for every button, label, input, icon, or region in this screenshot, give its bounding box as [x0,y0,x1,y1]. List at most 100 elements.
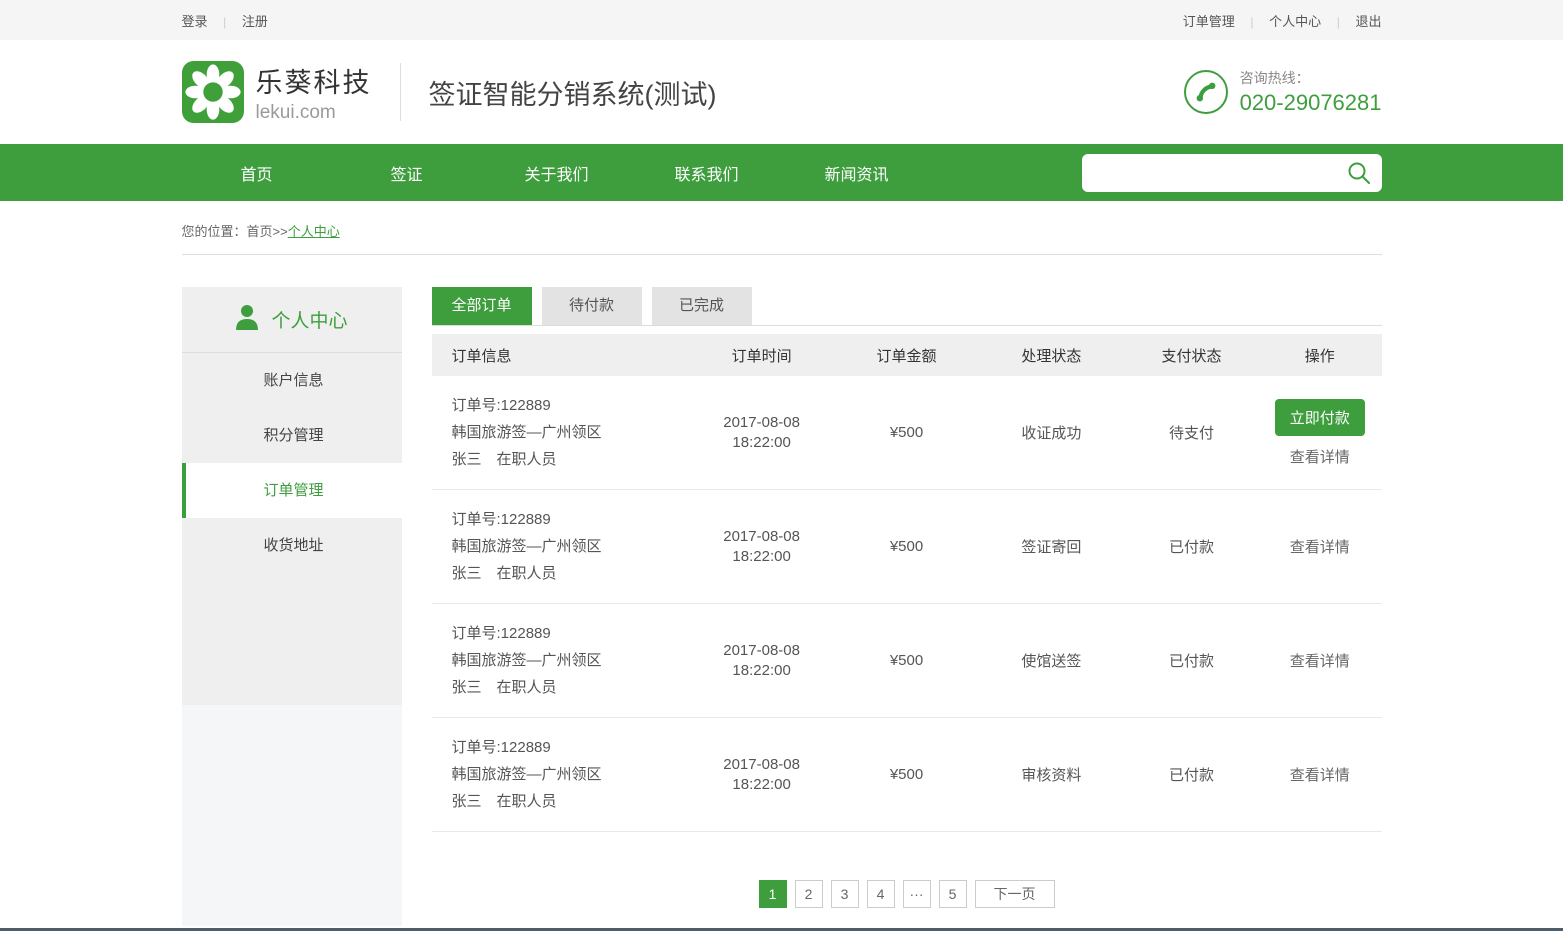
page-button-1[interactable]: 1 [759,880,787,908]
login-link[interactable]: 登录 [182,14,208,29]
order-table: 订单号:122889韩国旅游签—广州领区张三 在职人员2017-08-0818:… [432,376,1382,832]
table-header-row: 订单信息订单时间订单金额处理状态支付状态操作 [432,334,1382,376]
pagination: 1234 ··· 5 下一页 [432,880,1382,908]
action-cell: 查看详情 [1258,650,1382,671]
order-amount-cell: ¥500 [835,652,978,669]
divider [400,63,401,121]
divider: | [223,15,226,29]
pay-now-button[interactable]: 立即付款 [1275,399,1365,436]
table-row: 订单号:122889韩国旅游签—广州领区张三 在职人员2017-08-0818:… [432,490,1382,604]
breadcrumb-prefix: 您的位置：首页>> [182,224,288,239]
order-amount-cell: ¥500 [835,538,978,555]
column-header-2: 订单金额 [835,345,978,366]
view-details-link[interactable]: 查看详情 [1258,446,1382,467]
nav-item-contact[interactable]: 联系我们 [632,161,782,185]
order-date: 2017-08-08 [688,527,835,547]
header: 乐葵科技 lekui.com 签证智能分销系统(测试) 咨询热线： 020-29… [0,40,1563,144]
action-cell: 查看详情 [1258,536,1382,557]
order-product: 韩国旅游签—广州领区 [452,761,689,788]
sidebar-item-orders[interactable]: 订单管理 [182,463,402,518]
order-info-cell: 订单号:122889韩国旅游签—广州领区张三 在职人员 [432,620,689,701]
breadcrumb-personal-center-link[interactable]: 个人中心 [288,224,340,239]
column-header-5: 操作 [1258,345,1382,366]
page-button-4[interactable]: 4 [867,880,895,908]
order-number: 订单号:122889 [452,392,689,419]
order-date: 2017-08-08 [688,413,835,433]
search-icon[interactable] [1346,160,1372,186]
table-row: 订单号:122889韩国旅游签—广州领区张三 在职人员2017-08-0818:… [432,604,1382,718]
order-applicant: 张三 在职人员 [452,560,689,587]
order-clock: 18:22:00 [688,433,835,453]
search-input[interactable] [1096,165,1346,181]
tab-pending-payment[interactable]: 待付款 [542,287,642,325]
page-button-5[interactable]: 5 [939,880,967,908]
phone-icon [1184,70,1228,114]
action-cell: 查看详情 [1258,764,1382,785]
order-product: 韩国旅游签—广州领区 [452,419,689,446]
main-nav: 首页签证关于我们联系我们新闻资讯 [0,144,1563,201]
tab-completed[interactable]: 已完成 [652,287,752,325]
topbar-personal-center-link[interactable]: 个人中心 [1269,14,1321,29]
sidebar-header: 个人中心 [182,287,402,353]
sidebar-item-address[interactable]: 收货地址 [182,518,402,573]
logo[interactable]: 乐葵科技 lekui.com [182,61,372,124]
brand-domain: lekui.com [256,102,372,124]
pay-status-cell: 待支付 [1125,422,1258,443]
action-cell: 立即付款查看详情 [1258,399,1382,467]
order-number: 订单号:122889 [452,506,689,533]
page-ellipsis: ··· [903,880,931,908]
main-panel: 全部订单待付款已完成 订单信息订单时间订单金额处理状态支付状态操作 订单号:12… [432,287,1382,926]
order-applicant: 张三 在职人员 [452,446,689,473]
process-status-cell: 使馆送签 [978,650,1125,671]
order-applicant: 张三 在职人员 [452,674,689,701]
tab-all-orders[interactable]: 全部订单 [432,287,532,325]
order-tabs: 全部订单待付款已完成 [432,287,1382,326]
order-clock: 18:22:00 [688,661,835,681]
order-amount-cell: ¥500 [835,766,978,783]
view-details-link[interactable]: 查看详情 [1258,650,1382,671]
order-date: 2017-08-08 [688,641,835,661]
register-link[interactable]: 注册 [242,14,268,29]
topbar-order-mgmt-link[interactable]: 订单管理 [1183,14,1235,29]
sidebar: 个人中心 账户信息积分管理订单管理收货地址 [182,287,402,926]
column-header-0: 订单信息 [432,345,689,366]
order-info-cell: 订单号:122889韩国旅游签—广州领区张三 在职人员 [432,392,689,473]
nav-item-home[interactable]: 首页 [182,161,332,185]
view-details-link[interactable]: 查看详情 [1258,536,1382,557]
nav-item-about[interactable]: 关于我们 [482,161,632,185]
search-box [1082,154,1382,192]
breadcrumb: 您的位置：首页>>个人中心 [182,201,1382,255]
order-time-cell: 2017-08-0818:22:00 [688,413,835,453]
column-header-1: 订单时间 [688,345,835,366]
process-status-cell: 审核资料 [978,764,1125,785]
order-info-cell: 订单号:122889韩国旅游签—广州领区张三 在职人员 [432,734,689,815]
hotline: 咨询热线： 020-29076281 [1184,68,1382,116]
view-details-link[interactable]: 查看详情 [1258,764,1382,785]
order-time-cell: 2017-08-0818:22:00 [688,527,835,567]
page-button-2[interactable]: 2 [795,880,823,908]
divider: | [1337,15,1340,29]
sidebar-item-points[interactable]: 积分管理 [182,408,402,463]
nav-item-news[interactable]: 新闻资讯 [782,161,932,185]
process-status-cell: 收证成功 [978,422,1125,443]
process-status-cell: 签证寄回 [978,536,1125,557]
order-product: 韩国旅游签—广州领区 [452,533,689,560]
table-row: 订单号:122889韩国旅游签—广州领区张三 在职人员2017-08-0818:… [432,376,1382,490]
sidebar-title: 个人中心 [271,306,347,333]
logout-link[interactable]: 退出 [1355,14,1381,29]
nav-item-visa[interactable]: 签证 [332,161,482,185]
order-info-cell: 订单号:122889韩国旅游签—广州领区张三 在职人员 [432,506,689,587]
page-button-3[interactable]: 3 [831,880,859,908]
column-header-4: 支付状态 [1125,345,1258,366]
column-header-3: 处理状态 [978,345,1125,366]
order-clock: 18:22:00 [688,547,835,567]
hotline-label: 咨询热线： [1240,68,1382,88]
pay-status-cell: 已付款 [1125,650,1258,671]
next-page-button[interactable]: 下一页 [975,880,1055,908]
sidebar-item-account-info[interactable]: 账户信息 [182,353,402,408]
pay-status-cell: 已付款 [1125,536,1258,557]
order-applicant: 张三 在职人员 [452,788,689,815]
hotline-number: 020-29076281 [1240,90,1382,116]
order-time-cell: 2017-08-0818:22:00 [688,641,835,681]
order-number: 订单号:122889 [452,620,689,647]
